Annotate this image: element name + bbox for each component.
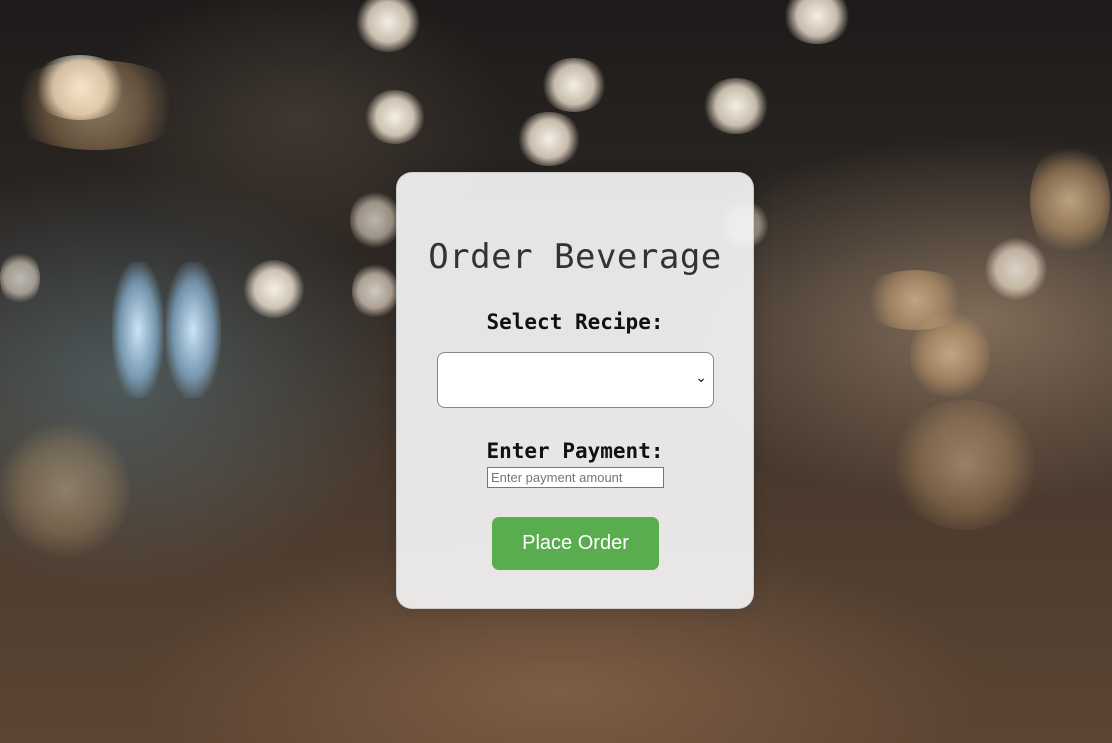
bokeh-light — [350, 190, 400, 250]
bokeh-light — [540, 58, 608, 112]
bokeh-light — [985, 238, 1047, 300]
bokeh-light — [0, 250, 40, 306]
bokeh-light — [243, 260, 305, 318]
payment-label: Enter Payment: — [486, 439, 664, 463]
bokeh-light — [702, 78, 770, 134]
bokeh-light — [516, 112, 582, 166]
bokeh-light — [0, 60, 190, 150]
bokeh-light — [782, 0, 852, 44]
bokeh-light — [352, 262, 398, 320]
page-title: Order Beverage — [428, 237, 722, 277]
chevron-down-icon: ⌄ — [695, 370, 707, 386]
recipe-select[interactable]: ⌄ — [437, 352, 714, 408]
bokeh-light — [1030, 140, 1110, 260]
payment-input[interactable] — [487, 467, 664, 488]
bokeh-light — [890, 400, 1040, 530]
bokeh-light — [0, 420, 130, 560]
bokeh-light — [165, 262, 221, 398]
order-panel: Order Beverage Select Recipe: ⌄ Enter Pa… — [396, 172, 754, 609]
bokeh-light — [112, 262, 164, 398]
place-order-button[interactable]: Place Order — [492, 517, 659, 570]
bokeh-light — [355, 0, 421, 52]
bokeh-light — [364, 90, 426, 144]
bokeh-light — [910, 310, 990, 400]
recipe-label: Select Recipe: — [486, 310, 664, 334]
